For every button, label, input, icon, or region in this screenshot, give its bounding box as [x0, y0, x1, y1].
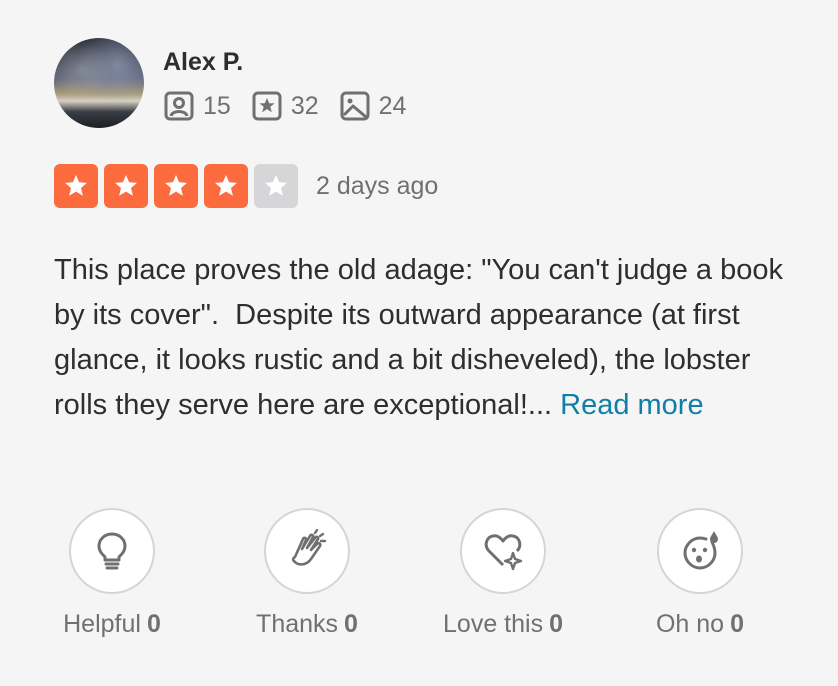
- oh-no-reaction[interactable]: Oh no 0: [615, 508, 785, 639]
- photos-icon: [340, 91, 370, 121]
- read-more-link[interactable]: Read more: [560, 389, 703, 421]
- user-stats: 15 32 24: [163, 90, 426, 122]
- star-icon: [215, 175, 237, 196]
- oh-no-count: 0: [730, 610, 744, 638]
- star-icon: [65, 175, 87, 196]
- love-this-label: Love this: [443, 610, 544, 638]
- star-3: [154, 164, 198, 208]
- oh-no-button[interactable]: [657, 508, 743, 594]
- helpful-reaction[interactable]: Helpful 0: [27, 508, 197, 639]
- friends-count: 15: [203, 91, 231, 120]
- photos-count: 24: [378, 91, 407, 120]
- user-name[interactable]: Alex P.: [163, 48, 243, 77]
- love-this-reaction[interactable]: Love this 0: [418, 508, 588, 639]
- thanks-reaction[interactable]: Thanks 0: [222, 508, 392, 639]
- star-icon: [115, 175, 137, 196]
- user-avatar[interactable]: [54, 38, 144, 128]
- thanks-button[interactable]: [264, 508, 350, 594]
- star-5: [254, 164, 298, 208]
- heart-sparkle-icon: [484, 534, 523, 571]
- clapping-hands-icon: [291, 529, 327, 566]
- review-text: This place proves the old adage: "You ca…: [54, 248, 794, 428]
- friends-icon: [164, 91, 194, 121]
- star-rating: [54, 164, 304, 208]
- thanks-count: 0: [344, 610, 358, 638]
- star-4: [204, 164, 248, 208]
- star-icon: [165, 175, 187, 196]
- thanks-label: Thanks: [256, 610, 339, 638]
- reviews-count: 32: [290, 91, 319, 120]
- lightbulb-icon: [97, 532, 127, 570]
- helpful-label: Helpful: [63, 610, 141, 638]
- reviews-icon: [252, 91, 282, 121]
- helpful-button[interactable]: [69, 508, 155, 594]
- oh-no-label: Oh no: [655, 610, 725, 638]
- photos-stat: 24: [339, 90, 407, 122]
- helpful-count: 0: [146, 610, 161, 638]
- friends-stat: 15: [163, 90, 231, 122]
- love-this-button[interactable]: [460, 508, 546, 594]
- star-icon: [265, 175, 287, 196]
- review-date: 2 days ago: [316, 172, 439, 200]
- love-this-count: 0: [549, 610, 563, 638]
- star-1: [54, 164, 98, 208]
- reviews-stat: 32: [251, 90, 319, 122]
- surprised-face-icon: [683, 531, 718, 570]
- star-2: [104, 164, 148, 208]
